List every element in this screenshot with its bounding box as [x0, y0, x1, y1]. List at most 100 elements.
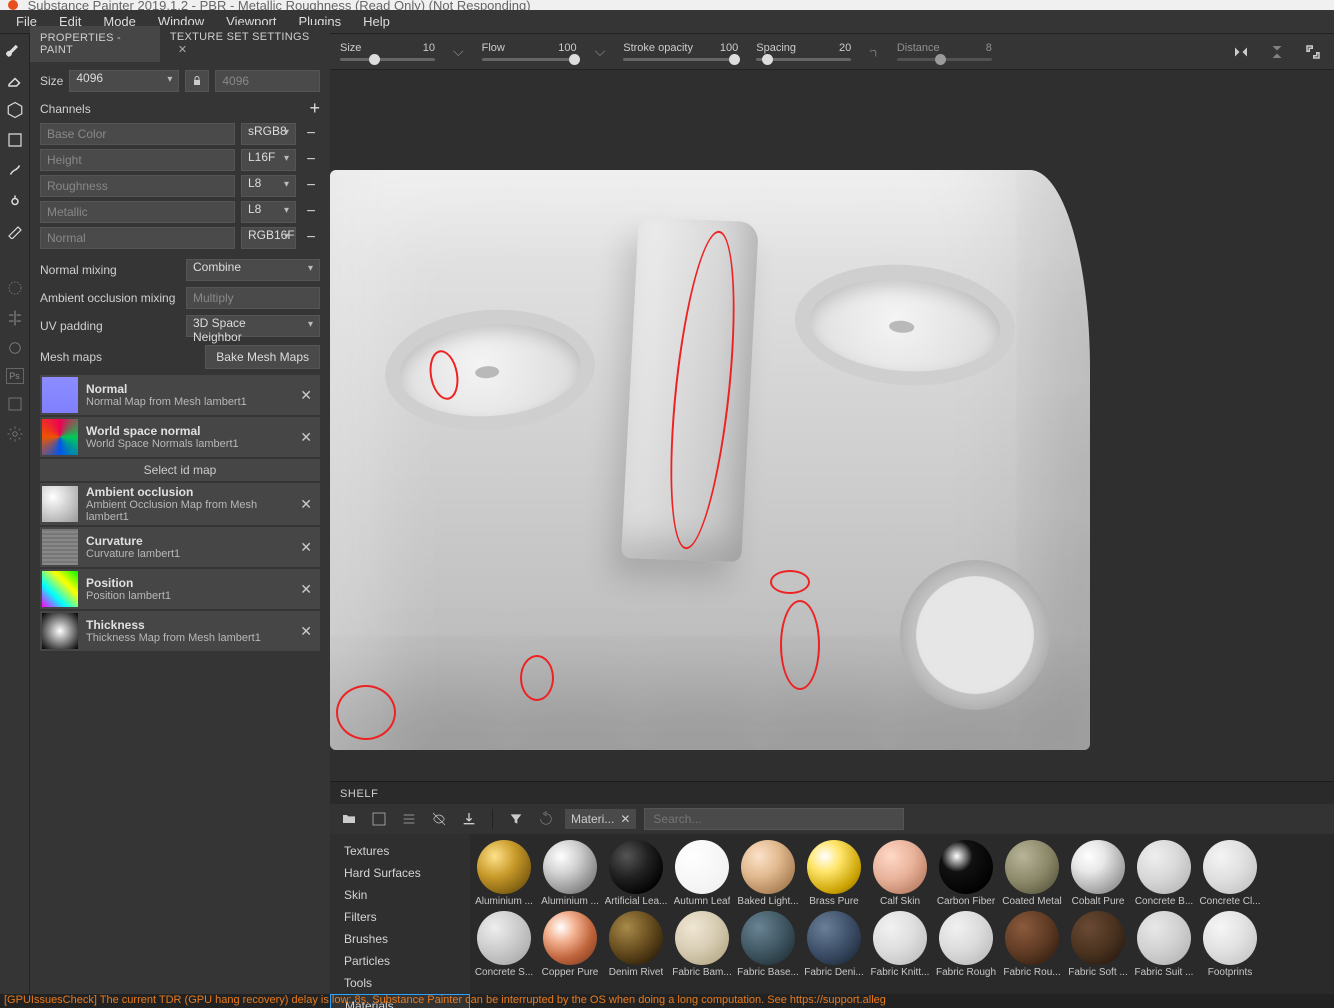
- channel-format-select[interactable]: RGB16F: [241, 227, 296, 249]
- material-thumb[interactable]: Fabric Rou...: [1002, 911, 1062, 978]
- material-thumb[interactable]: Concrete Cl...: [1200, 840, 1260, 907]
- add-channel-button[interactable]: +: [309, 98, 320, 119]
- size-select[interactable]: 4096: [69, 70, 179, 92]
- material-thumb[interactable]: Aluminium ...: [540, 840, 600, 907]
- filter-icon[interactable]: [505, 808, 527, 830]
- filter-chip[interactable]: Materi... ✕: [565, 809, 636, 829]
- channel-format-select[interactable]: L16F: [241, 149, 296, 171]
- spacing-slider[interactable]: Spacing20: [756, 42, 851, 61]
- channel-name[interactable]: Metallic: [40, 201, 235, 223]
- mesh-map-row[interactable]: World space normal World Space Normals l…: [40, 417, 320, 457]
- tab-texture-set-settings[interactable]: TEXTURE SET SETTINGS ✕: [160, 25, 330, 62]
- quick-mask-icon[interactable]: [4, 278, 26, 298]
- channel-name[interactable]: Normal: [40, 227, 235, 249]
- channel-name[interactable]: Roughness: [40, 175, 235, 197]
- close-icon[interactable]: ✕: [178, 44, 188, 56]
- material-thumb[interactable]: Fabric Bam...: [672, 911, 732, 978]
- shelf-category[interactable]: Tools: [330, 972, 470, 994]
- flow-slider[interactable]: Flow100: [482, 42, 577, 61]
- channel-name[interactable]: Base Color: [40, 123, 235, 145]
- remove-mesh-map-button[interactable]: ✕: [296, 429, 316, 446]
- mesh-map-row[interactable]: Curvature Curvature lambert1 ✕: [40, 527, 320, 567]
- shelf-category[interactable]: Particles: [330, 950, 470, 972]
- material-thumb[interactable]: Carbon Fiber: [936, 840, 996, 907]
- mesh-map-row[interactable]: Ambient occlusion Ambient Occlusion Map …: [40, 483, 320, 525]
- remove-mesh-map-button[interactable]: ✕: [296, 581, 316, 598]
- material-thumb[interactable]: Fabric Deni...: [804, 911, 864, 978]
- material-thumb[interactable]: Copper Pure: [540, 911, 600, 978]
- material-thumb[interactable]: Fabric Base...: [738, 911, 798, 978]
- baking-icon[interactable]: [4, 338, 26, 358]
- 3d-viewport[interactable]: [330, 70, 1334, 781]
- smudge-tool-icon[interactable]: [4, 160, 26, 180]
- scan-icon[interactable]: [368, 808, 390, 830]
- eraser-tool-icon[interactable]: [4, 70, 26, 90]
- material-thumb[interactable]: Fabric Soft ...: [1068, 911, 1128, 978]
- menu-help[interactable]: Help: [353, 11, 400, 32]
- channel-format-select[interactable]: L8: [241, 201, 296, 223]
- size-lock-button[interactable]: [185, 70, 209, 92]
- mirror-x-icon[interactable]: [1230, 41, 1252, 63]
- material-thumb[interactable]: Footprints: [1200, 911, 1260, 978]
- shelf-category[interactable]: Hard Surfaces: [330, 862, 470, 884]
- settings-icon[interactable]: [4, 424, 26, 444]
- channel-format-select[interactable]: L8: [241, 175, 296, 197]
- remove-channel-button[interactable]: −: [302, 177, 320, 195]
- channel-name[interactable]: Height: [40, 149, 235, 171]
- material-thumb[interactable]: Fabric Rough: [936, 911, 996, 978]
- channel-format-select[interactable]: sRGB8: [241, 123, 296, 145]
- material-thumb[interactable]: Denim Rivet: [606, 911, 666, 978]
- mirror-y-icon[interactable]: [1266, 41, 1288, 63]
- folder-icon[interactable]: [338, 808, 360, 830]
- shelf-category[interactable]: Textures: [330, 840, 470, 862]
- remove-mesh-map-button[interactable]: ✕: [296, 496, 316, 513]
- remove-mesh-map-button[interactable]: ✕: [296, 539, 316, 556]
- bake-mesh-maps-button[interactable]: Bake Mesh Maps: [205, 345, 320, 369]
- remove-channel-button[interactable]: −: [302, 125, 320, 143]
- material-thumb[interactable]: Concrete S...: [474, 911, 534, 978]
- size-slider[interactable]: Size10: [340, 42, 435, 61]
- close-icon[interactable]: ✕: [620, 812, 630, 826]
- material-thumb[interactable]: Coated Metal: [1002, 840, 1062, 907]
- shelf-grid[interactable]: Aluminium ... Aluminium ... Artificial L…: [470, 834, 1334, 994]
- material-thumb[interactable]: Fabric Knitt...: [870, 911, 930, 978]
- flow-curve-icon[interactable]: ⌵: [595, 43, 606, 60]
- material-thumb[interactable]: Concrete B...: [1134, 840, 1194, 907]
- material-thumb[interactable]: Brass Pure: [804, 840, 864, 907]
- normal-mixing-select[interactable]: Combine: [186, 259, 320, 281]
- shelf-category[interactable]: Filters: [330, 906, 470, 928]
- hide-icon[interactable]: [428, 808, 450, 830]
- stroke-opacity-slider[interactable]: Stroke opacity100: [623, 42, 738, 61]
- projection-tool-icon[interactable]: [4, 100, 26, 120]
- mesh-map-row[interactable]: Thickness Thickness Map from Mesh lamber…: [40, 611, 320, 651]
- remove-channel-button[interactable]: −: [302, 229, 320, 247]
- uv-padding-select[interactable]: 3D Space Neighbor: [186, 315, 320, 337]
- size-curve-icon[interactable]: ⌵: [453, 43, 464, 60]
- material-thumb[interactable]: Baked Light...: [738, 840, 798, 907]
- symmetry-icon[interactable]: [4, 308, 26, 328]
- distance-slider[interactable]: Distance8: [897, 42, 992, 61]
- material-thumb[interactable]: Fabric Suit ...: [1134, 911, 1194, 978]
- mesh-map-row[interactable]: Normal Normal Map from Mesh lambert1 ✕: [40, 375, 320, 415]
- remove-channel-button[interactable]: −: [302, 203, 320, 221]
- material-picker-icon[interactable]: [4, 220, 26, 240]
- camera-reset-icon[interactable]: [1302, 41, 1324, 63]
- remove-mesh-map-button[interactable]: ✕: [296, 623, 316, 640]
- lazy-mouse-icon[interactable]: ◦╮: [869, 46, 879, 57]
- refresh-icon[interactable]: [535, 808, 557, 830]
- shelf-search-input[interactable]: [644, 808, 904, 830]
- remove-channel-button[interactable]: −: [302, 151, 320, 169]
- shelf-category[interactable]: Skin: [330, 884, 470, 906]
- tab-properties[interactable]: PROPERTIES - PAINT: [30, 26, 160, 62]
- iray-icon[interactable]: Ps: [6, 368, 24, 384]
- material-thumb[interactable]: Autumn Leaf: [672, 840, 732, 907]
- material-thumb[interactable]: Aluminium ...: [474, 840, 534, 907]
- import-icon[interactable]: [458, 808, 480, 830]
- polyfill-tool-icon[interactable]: [4, 130, 26, 150]
- material-thumb[interactable]: Artificial Lea...: [606, 840, 666, 907]
- remove-mesh-map-button[interactable]: ✕: [296, 387, 316, 404]
- material-thumb[interactable]: Cobalt Pure: [1068, 840, 1128, 907]
- list-view-icon[interactable]: [398, 808, 420, 830]
- material-thumb[interactable]: Calf Skin: [870, 840, 930, 907]
- clone-tool-icon[interactable]: [4, 190, 26, 210]
